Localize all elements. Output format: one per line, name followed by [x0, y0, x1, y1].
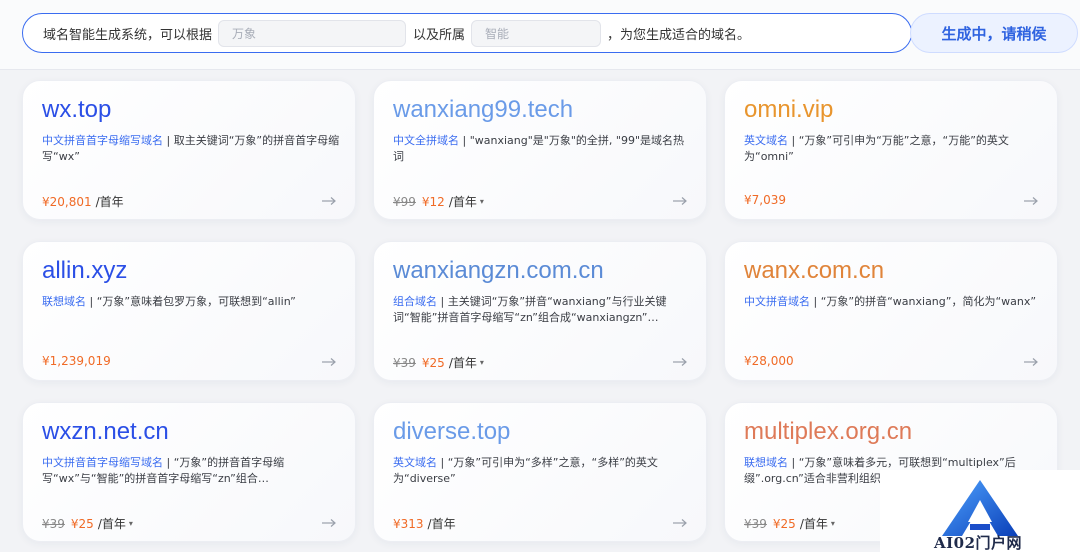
domain-name[interactable]: wanxiang99.tech: [393, 96, 573, 124]
arrow-right-icon[interactable]: [1023, 356, 1039, 368]
domain-card[interactable]: wanx.com.cn 中文拼音域名 | “万象”的拼音“wanxiang”，简化…: [724, 241, 1058, 381]
prompt-suffix: ，为您生成适合的域名。: [607, 27, 751, 43]
price: ¥1,239,019: [42, 354, 111, 368]
price: ¥25: [421, 355, 445, 370]
original-price: ¥39: [744, 516, 767, 531]
a-logo-icon: [942, 480, 1018, 536]
price-row: ¥99 ¥12/首年 ▾: [393, 193, 484, 210]
price-unit: /首年: [799, 517, 828, 531]
domain-name[interactable]: omni.vip: [744, 96, 833, 124]
domain-type-tag: 联想域名: [42, 295, 86, 308]
price: ¥25: [772, 516, 796, 531]
domain-name[interactable]: wanx.com.cn: [744, 257, 884, 285]
domain-name[interactable]: diverse.top: [393, 418, 510, 446]
industry-input[interactable]: 智能: [471, 19, 602, 47]
price-row: ¥39 ¥25/首年 ▾: [744, 515, 835, 532]
top-bar: 域名智能生成系统，可以根据 万象 以及所属 智能 ，为您生成适合的域名。 生成中…: [0, 0, 1080, 70]
price: ¥313: [393, 516, 424, 531]
original-price: ¥99: [393, 194, 416, 209]
domain-name[interactable]: wxzn.net.cn: [42, 418, 169, 446]
arrow-right-icon[interactable]: [672, 356, 688, 368]
domain-name[interactable]: wanxiangzn.com.cn: [393, 257, 604, 285]
domain-type-tag: 中文拼音首字母缩写域名: [42, 134, 163, 147]
price-row: ¥1,239,019: [42, 354, 115, 368]
domain-type-tag: 中文拼音域名: [744, 295, 810, 308]
price-unit: /首年: [427, 517, 456, 531]
original-price: ¥39: [42, 516, 65, 531]
arrow-right-icon[interactable]: [321, 517, 337, 529]
domain-description: 组合域名 | 主关键词“万象”拼音“wanxiang”与行业关键词“智能”拼音首…: [393, 294, 693, 326]
price: ¥20,801: [42, 194, 92, 209]
price-unit: /首年: [95, 195, 124, 209]
arrow-right-icon[interactable]: [672, 517, 688, 529]
domain-description: 中文拼音首字母缩写域名 | 取主关键词“万象”的拼音首字母缩写“wx”: [42, 133, 342, 165]
original-price: ¥39: [393, 355, 416, 370]
domain-card[interactable]: wanxiang99.tech 中文全拼域名 | "wanxiang"是"万象"的…: [373, 80, 707, 220]
prompt-middle: 以及所属: [413, 27, 466, 43]
price-unit: /首年: [97, 517, 126, 531]
arrow-right-icon[interactable]: [321, 195, 337, 207]
domain-name[interactable]: multiplex.org.cn: [744, 418, 912, 446]
chevron-down-icon[interactable]: ▾: [480, 358, 484, 367]
price-row: ¥28,000: [744, 354, 798, 368]
prompt-box: 域名智能生成系统，可以根据 万象 以及所属 智能 ，为您生成适合的域名。: [22, 13, 912, 53]
price-unit: /首年: [448, 356, 477, 370]
industry-placeholder: 智能: [485, 26, 510, 41]
price: ¥25: [70, 516, 94, 531]
price-row: ¥313/首年: [393, 515, 456, 532]
domain-description: 英文域名 | “万象”可引申为“万能”之意，“万能”的英文为“omni”: [744, 133, 1044, 165]
price: ¥7,039: [744, 193, 786, 207]
price-unit: /首年: [448, 195, 477, 209]
domain-description: 英文域名 | “万象”可引申为“多样”之意，“多样”的英文为“diverse”: [393, 455, 693, 487]
price-row: ¥7,039: [744, 193, 790, 207]
keyword-placeholder: 万象: [232, 26, 257, 41]
generate-button[interactable]: 生成中，请稍侯: [910, 13, 1078, 53]
chevron-down-icon[interactable]: ▾: [129, 519, 133, 528]
domain-type-tag: 中文拼音首字母缩写域名: [42, 456, 163, 469]
domain-type-tag: 英文域名: [744, 134, 788, 147]
domain-card[interactable]: wanxiangzn.com.cn 组合域名 | 主关键词“万象”拼音“wanxi…: [373, 241, 707, 381]
domain-card[interactable]: omni.vip 英文域名 | “万象”可引申为“万能”之意，“万能”的英文为“o…: [724, 80, 1058, 220]
price-row: ¥39 ¥25/首年 ▾: [42, 515, 133, 532]
price-row: ¥39 ¥25/首年 ▾: [393, 354, 484, 371]
price-row: ¥20,801/首年: [42, 193, 124, 210]
watermark: AI02门户网: [880, 470, 1080, 552]
price: ¥28,000: [744, 354, 794, 368]
domain-card[interactable]: diverse.top 英文域名 | “万象”可引申为“多样”之意，“多样”的英文…: [373, 402, 707, 542]
domain-name[interactable]: wx.top: [42, 96, 111, 124]
price: ¥12: [421, 194, 445, 209]
description-text: | “万象”意味着包罗万象，可联想到“allin”: [86, 295, 296, 308]
domain-card[interactable]: wxzn.net.cn 中文拼音首字母缩写域名 | “万象”的拼音首字母缩写“wx…: [22, 402, 356, 542]
domain-description: 联想域名 | “万象”意味着包罗万象，可联想到“allin”: [42, 294, 342, 310]
arrow-right-icon[interactable]: [321, 356, 337, 368]
domain-description: 中文拼音首字母缩写域名 | “万象”的拼音首字母缩写“wx”与“智能”的拼音首字…: [42, 455, 342, 487]
watermark-text: AI02门户网: [934, 534, 1023, 552]
domain-type-tag: 联想域名: [744, 456, 788, 469]
domain-card[interactable]: allin.xyz 联想域名 | “万象”意味着包罗万象，可联想到“allin” ¥…: [22, 241, 356, 381]
domain-type-tag: 组合域名: [393, 295, 437, 308]
description-text: | “万象”的拼音“wanxiang”，简化为“wanx”: [810, 295, 1037, 308]
arrow-right-icon[interactable]: [1023, 195, 1039, 207]
chevron-down-icon[interactable]: ▾: [480, 197, 484, 206]
domain-type-tag: 英文域名: [393, 456, 437, 469]
arrow-right-icon[interactable]: [672, 195, 688, 207]
keyword-input[interactable]: 万象: [218, 19, 407, 47]
domain-description: 中文拼音域名 | “万象”的拼音“wanxiang”，简化为“wanx”: [744, 294, 1044, 310]
domain-card[interactable]: wx.top 中文拼音首字母缩写域名 | 取主关键词“万象”的拼音首字母缩写“wx…: [22, 80, 356, 220]
prompt-prefix: 域名智能生成系统，可以根据: [43, 27, 213, 43]
domain-type-tag: 中文全拼域名: [393, 134, 459, 147]
domain-description: 中文全拼域名 | "wanxiang"是"万象"的全拼, "99"是域名热词: [393, 133, 693, 165]
domain-name[interactable]: allin.xyz: [42, 257, 127, 285]
chevron-down-icon[interactable]: ▾: [831, 519, 835, 528]
